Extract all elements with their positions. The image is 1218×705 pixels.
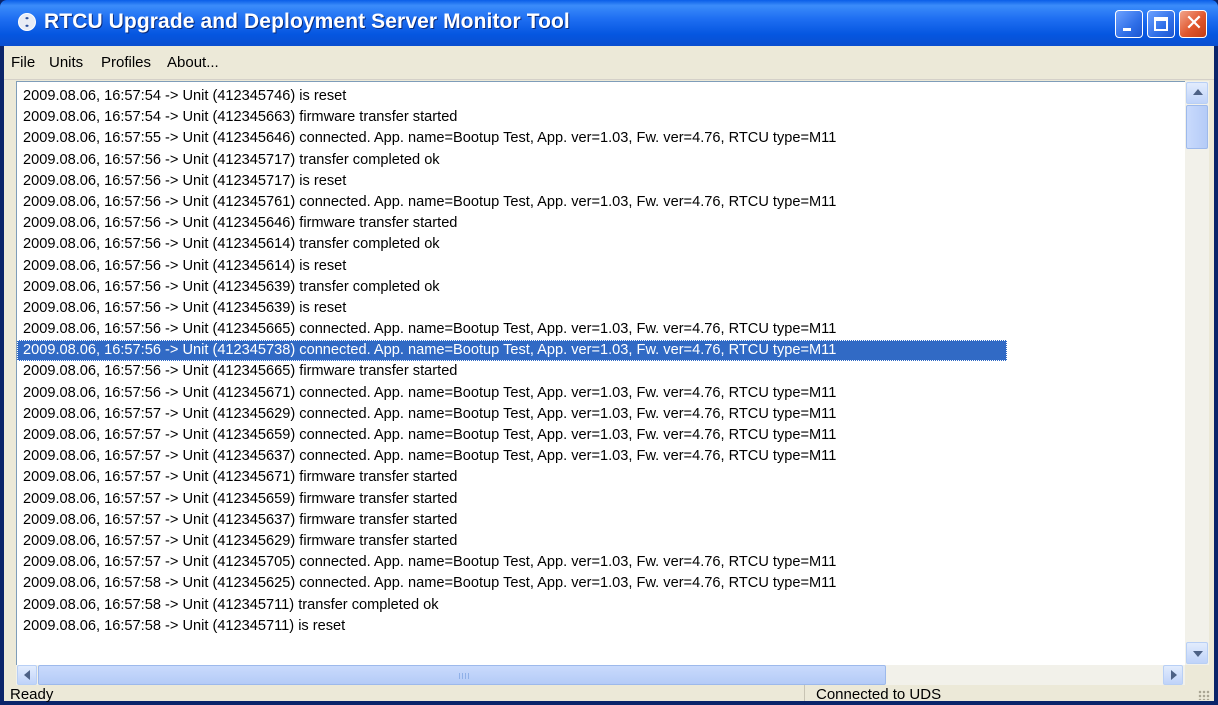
client-area: File Units Profiles About... 2009.08.06,… — [4, 46, 1214, 703]
chevron-down-icon — [1193, 651, 1203, 657]
log-row[interactable]: 2009.08.06, 16:57:57 -> Unit (412345659)… — [17, 425, 1007, 446]
log-row[interactable]: 2009.08.06, 16:57:56 -> Unit (412345717)… — [17, 150, 1007, 171]
log-row[interactable]: 2009.08.06, 16:57:56 -> Unit (412345671)… — [17, 383, 1007, 404]
maximize-icon — [1154, 17, 1168, 31]
log-row[interactable]: 2009.08.06, 16:57:57 -> Unit (412345705)… — [17, 552, 1007, 573]
log-row[interactable]: 2009.08.06, 16:57:54 -> Unit (412345663)… — [17, 107, 1007, 128]
log-row[interactable]: 2009.08.06, 16:57:57 -> Unit (412345637)… — [17, 446, 1007, 467]
resize-grip-icon[interactable] — [1198, 690, 1210, 700]
menu-profiles[interactable]: Profiles — [101, 54, 151, 71]
log-row[interactable]: 2009.08.06, 16:57:57 -> Unit (412345671)… — [17, 467, 1007, 488]
menu-about[interactable]: About... — [167, 54, 219, 71]
grip-icon — [459, 673, 469, 679]
log-row[interactable]: 2009.08.06, 16:57:57 -> Unit (412345629)… — [17, 531, 1007, 552]
log-row-selected[interactable]: 2009.08.06, 16:57:56 -> Unit (412345738)… — [17, 340, 1007, 362]
scroll-down-button[interactable] — [1186, 642, 1208, 664]
status-bar: Ready Connected to UDS — [4, 685, 1214, 703]
log-row[interactable]: 2009.08.06, 16:57:57 -> Unit (412345659)… — [17, 489, 1007, 510]
status-text: Ready — [10, 686, 54, 703]
log-row[interactable]: 2009.08.06, 16:57:58 -> Unit (412345625)… — [17, 573, 1007, 594]
log-row[interactable]: 2009.08.06, 16:57:55 -> Unit (412345646)… — [17, 128, 1007, 149]
horizontal-scroll-thumb[interactable] — [38, 665, 886, 685]
log-row[interactable]: 2009.08.06, 16:57:56 -> Unit (412345614)… — [17, 256, 1007, 277]
connection-status: Connected to UDS — [816, 686, 942, 703]
chevron-right-icon — [1171, 670, 1177, 680]
menu-file[interactable]: File — [11, 54, 35, 71]
log-row[interactable]: 2009.08.06, 16:57:56 -> Unit (412345639)… — [17, 277, 1007, 298]
log-row[interactable]: 2009.08.06, 16:57:57 -> Unit (412345629)… — [17, 404, 1007, 425]
scroll-right-button[interactable] — [1163, 665, 1183, 685]
minimize-icon — [1123, 28, 1131, 31]
vertical-scrollbar[interactable] — [1185, 81, 1209, 665]
vertical-scroll-thumb[interactable] — [1186, 105, 1208, 149]
horizontal-scrollbar[interactable] — [16, 665, 1185, 685]
log-row[interactable]: 2009.08.06, 16:57:56 -> Unit (412345614)… — [17, 234, 1007, 255]
log-row[interactable]: 2009.08.06, 16:57:57 -> Unit (412345637)… — [17, 510, 1007, 531]
log-row[interactable]: 2009.08.06, 16:57:56 -> Unit (412345717)… — [17, 171, 1007, 192]
log-row[interactable]: 2009.08.06, 16:57:56 -> Unit (412345639)… — [17, 298, 1007, 319]
log-row[interactable]: 2009.08.06, 16:57:56 -> Unit (412345646)… — [17, 213, 1007, 234]
title-bar[interactable]: RTCU Upgrade and Deployment Server Monit… — [0, 0, 1218, 46]
status-divider — [804, 685, 805, 701]
scroll-left-button[interactable] — [17, 665, 37, 685]
log-row[interactable]: 2009.08.06, 16:57:56 -> Unit (412345761)… — [17, 192, 1007, 213]
log-row[interactable]: 2009.08.06, 16:57:54 -> Unit (412345746)… — [17, 86, 1007, 107]
app-window: RTCU Upgrade and Deployment Server Monit… — [0, 0, 1218, 705]
app-icon[interactable] — [18, 13, 36, 31]
menu-units[interactable]: Units — [49, 54, 83, 71]
close-button[interactable]: ✕ — [1179, 10, 1207, 38]
log-row[interactable]: 2009.08.06, 16:57:58 -> Unit (412345711)… — [17, 616, 1007, 637]
maximize-button[interactable] — [1147, 10, 1175, 38]
close-icon: ✕ — [1184, 11, 1204, 36]
log-row[interactable]: 2009.08.06, 16:57:58 -> Unit (412345711)… — [17, 595, 1007, 616]
chevron-up-icon — [1193, 89, 1203, 95]
scroll-up-button[interactable] — [1186, 82, 1208, 104]
scroll-corner — [1185, 665, 1209, 685]
menu-bar: File Units Profiles About... — [4, 46, 1214, 80]
log-list[interactable]: 2009.08.06, 16:57:54 -> Unit (412345746)… — [16, 81, 1198, 685]
window-title: RTCU Upgrade and Deployment Server Monit… — [44, 10, 570, 33]
log-row[interactable]: 2009.08.06, 16:57:56 -> Unit (412345665)… — [17, 319, 1007, 340]
chevron-left-icon — [24, 670, 30, 680]
log-rows: 2009.08.06, 16:57:54 -> Unit (412345746)… — [17, 86, 1007, 637]
minimize-button[interactable] — [1115, 10, 1143, 38]
log-row[interactable]: 2009.08.06, 16:57:56 -> Unit (412345665)… — [17, 361, 1007, 382]
